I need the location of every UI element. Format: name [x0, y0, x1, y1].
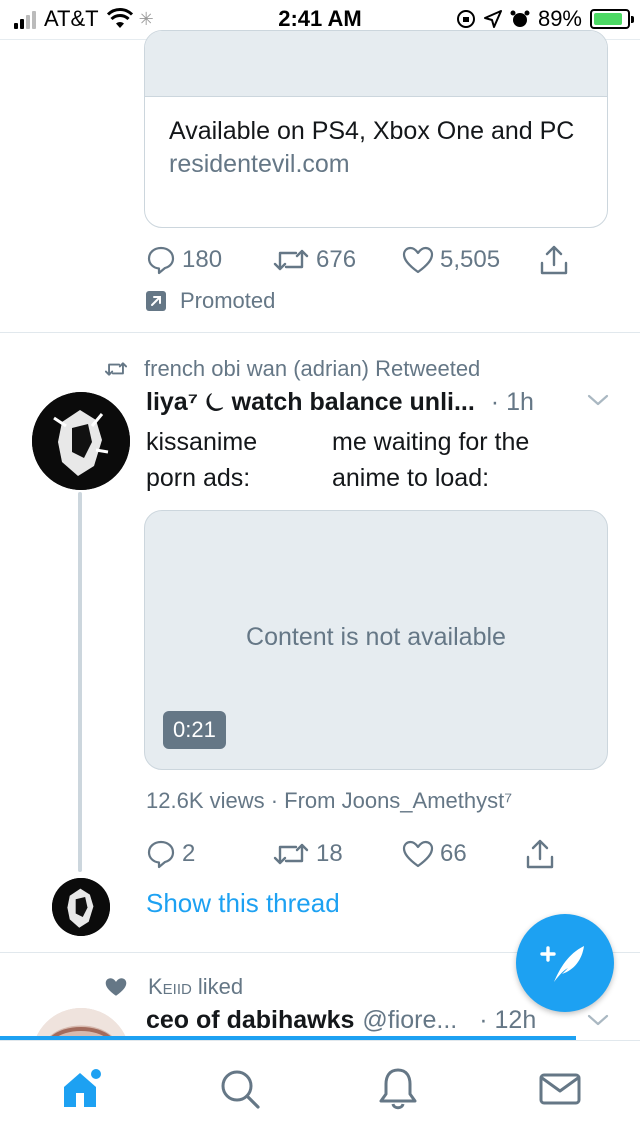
- reply-button[interactable]: 180: [146, 245, 272, 275]
- liked-by-suffix: liked: [197, 974, 244, 999]
- like-count: 66: [440, 840, 467, 867]
- reply-count: 2: [182, 840, 196, 867]
- tab-search[interactable]: [216, 1065, 264, 1113]
- share-icon: [540, 245, 568, 275]
- tab-notifications[interactable]: [374, 1065, 422, 1113]
- liked-by-row[interactable]: Keiid liked: [104, 974, 243, 1000]
- battery-icon: [590, 9, 634, 29]
- retweet-count: 18: [316, 840, 343, 867]
- promoted-link-card[interactable]: Available on PS4, Xbox One and PC reside…: [144, 30, 608, 228]
- author-handle: @fiore...: [362, 1006, 458, 1034]
- chevron-down-icon[interactable]: [586, 1012, 610, 1028]
- card-title: Available on PS4, Xbox One and PC: [169, 117, 575, 145]
- thread-connector-line: [78, 492, 82, 872]
- notifications-icon: [379, 1068, 417, 1110]
- retweet-button[interactable]: 18: [272, 839, 402, 869]
- tweet-text-line: porn ads:: [146, 464, 251, 492]
- tweet-text-line: kissanime: [146, 428, 258, 456]
- retweet-button[interactable]: 676: [272, 245, 402, 275]
- media-unavailable-message: Content is not available: [246, 623, 506, 651]
- like-count: 5,505: [440, 246, 501, 273]
- reply-icon: [147, 246, 175, 275]
- location-icon: [483, 10, 502, 28]
- author-name[interactable]: ceo of dabihawks: [146, 1006, 354, 1035]
- card-image-placeholder: [145, 31, 607, 97]
- share-button[interactable]: [538, 244, 570, 276]
- card-domain: residentevil.com: [169, 150, 350, 178]
- status-right: 89%: [456, 6, 634, 32]
- share-button[interactable]: [524, 838, 556, 870]
- tweet-time: · 1h: [490, 388, 534, 416]
- tweet-action-bar: 2 18 66: [146, 838, 556, 870]
- promoted-arrow-icon: [146, 291, 166, 311]
- battery-fill: [594, 13, 623, 25]
- battery-percent: 89%: [537, 6, 582, 31]
- like-button[interactable]: 5,505: [402, 245, 538, 275]
- views-attribution[interactable]: 12.6K views · From Joons_Amethyst⁷: [146, 788, 512, 814]
- tab-bar: [0, 1040, 640, 1136]
- retweet-icon: [273, 249, 309, 271]
- promoted-label: Promoted: [180, 288, 276, 313]
- reply-icon: [147, 840, 175, 869]
- video-media[interactable]: Content is not available 0:21: [144, 510, 608, 770]
- promoted-action-bar: 180 676 5,505: [146, 244, 570, 276]
- tweet-header[interactable]: liya⁷ ⏾ watch balance unli... · 1h: [146, 388, 616, 417]
- reply-count: 180: [182, 246, 223, 273]
- retweet-icon: [273, 843, 309, 865]
- tab-home[interactable]: [58, 1065, 106, 1113]
- retweeted-by-label: french obi wan (adrian) Retweeted: [144, 356, 481, 381]
- liked-by-name: Keiid: [148, 974, 192, 999]
- liked-heart-icon: [105, 978, 127, 996]
- messages-icon: [539, 1073, 581, 1105]
- thread-avatar-image: [52, 878, 110, 936]
- promoted-indicator: Promoted: [146, 288, 275, 314]
- tweet-header[interactable]: ceo of dabihawks @fiore... · 12h: [146, 1006, 536, 1035]
- orientation-lock-icon: [456, 10, 475, 28]
- video-duration-badge: 0:21: [163, 711, 226, 749]
- home-icon: [64, 1069, 101, 1107]
- share-icon: [526, 839, 554, 869]
- like-button[interactable]: 66: [402, 839, 524, 869]
- tweet-time: · 12h: [479, 1006, 537, 1034]
- tweet-text-right: me waiting for the anime to load:: [332, 424, 592, 496]
- show-thread-link[interactable]: Show this thread: [146, 888, 340, 919]
- search-icon: [221, 1070, 260, 1109]
- avatar[interactable]: [32, 392, 130, 490]
- tweet-text-left: kissanime porn ads:: [146, 424, 306, 496]
- tweet-divider: [0, 332, 640, 333]
- alarm-icon: [510, 10, 530, 27]
- author-name[interactable]: liya⁷ ⏾ watch balance unli...: [146, 388, 475, 417]
- reply-button[interactable]: 2: [146, 839, 272, 869]
- heart-icon: [402, 246, 434, 274]
- thread-avatar[interactable]: [52, 878, 110, 936]
- tweet-text-line: me waiting for the: [332, 428, 530, 456]
- retweet-count: 676: [316, 246, 357, 273]
- retweet-indicator-icon: [104, 362, 128, 376]
- heart-icon: [402, 840, 434, 868]
- tab-messages[interactable]: [536, 1065, 584, 1113]
- compose-feather-icon: [540, 946, 584, 982]
- retweeted-by-row[interactable]: french obi wan (adrian) Retweeted: [104, 356, 480, 382]
- tweet-text-line: anime to load:: [332, 464, 490, 492]
- avatar-image: [32, 392, 130, 490]
- compose-tweet-button[interactable]: [516, 914, 614, 1012]
- chevron-down-icon[interactable]: [586, 392, 610, 408]
